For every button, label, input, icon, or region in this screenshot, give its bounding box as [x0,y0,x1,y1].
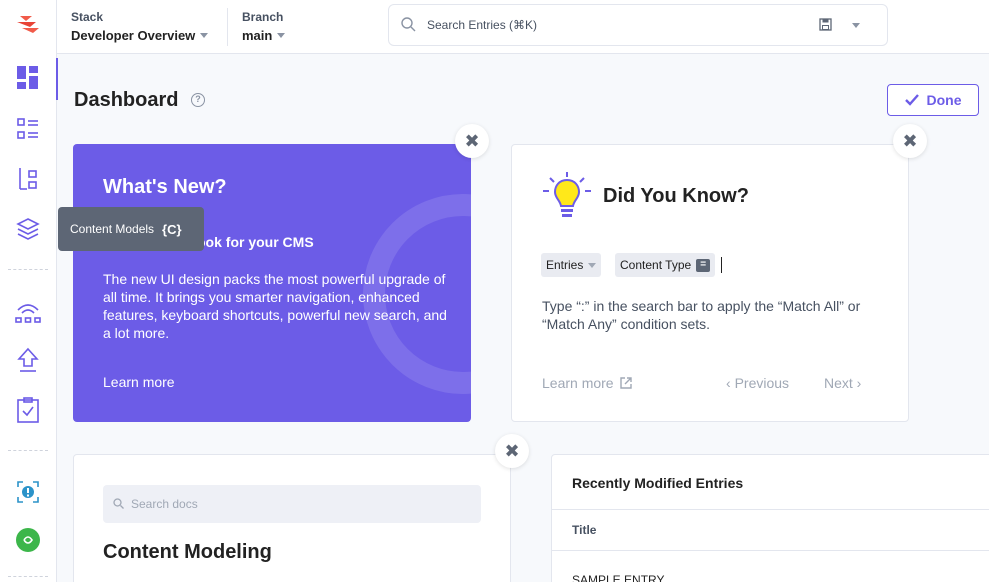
previous-label: Previous [734,375,790,391]
next-tip-button[interactable]: Next › [824,375,861,391]
previous-tip-button[interactable]: ‹ Previous [726,375,789,391]
did-you-know-tip: Type “:” in the search bar to apply the … [542,298,861,332]
page-title: Dashboard [74,89,179,111]
search-placeholder: Search Entries (⌘K) [427,18,538,32]
content-type-chip[interactable]: Content Type = [615,253,716,277]
contentstack-logo-icon[interactable] [14,12,42,38]
content-type-chip-label: Content Type [620,258,692,272]
entries-nav-icon[interactable] [14,115,42,143]
help-circle-icon[interactable]: ? [191,93,205,107]
global-search-input[interactable]: Search Entries (⌘K) [388,4,888,46]
tooltip-shortcut: {C} [162,221,182,237]
stack-selector[interactable]: Stack Developer Overview [71,10,209,43]
entries-chip[interactable]: Entries [541,253,602,277]
divider [552,550,989,551]
text-cursor [721,257,722,273]
stack-value: Developer Overview [71,28,196,43]
branch-value: main [242,28,273,43]
recently-modified-card: Recently Modified Entries Title SAMPLE E… [551,454,989,582]
chevron-down-icon [277,33,286,38]
done-button[interactable]: Done [887,84,979,116]
branch-label: Branch [242,10,284,24]
whats-new-body: The new UI design packs the most powerfu… [103,271,447,341]
header-divider [227,8,228,46]
tooltip-label: Content Models [70,222,155,236]
chevron-left-icon: ‹ [726,375,735,391]
active-indicator [56,58,58,100]
content-models-nav-icon[interactable] [14,215,42,243]
docs-search-input[interactable]: Search docs [103,485,481,523]
whats-new-card: What's New? ook for your CMS The new UI … [73,144,471,422]
assets-nav-icon[interactable] [14,165,42,193]
branch-selector[interactable]: Branch main [242,10,286,43]
divider [552,509,989,510]
content-models-tooltip: Content Models {C} [58,207,204,251]
recently-modified-title: Recently Modified Entries [572,475,744,491]
table-row[interactable]: SAMPLE ENTRY [572,573,664,582]
equals-operator-icon: = [696,258,711,272]
whats-new-subtitle: ook for your CMS [197,234,314,250]
sidebar-divider [8,576,48,577]
save-icon[interactable] [819,18,832,31]
tasks-nav-icon[interactable] [14,396,42,424]
help-nav-icon[interactable] [14,478,42,506]
search-icon [113,498,124,509]
whats-new-learn-more-link[interactable]: Learn more [103,374,175,390]
docs-search-placeholder: Search docs [131,497,198,511]
close-whats-new-icon[interactable]: ✖ [455,124,489,158]
chevron-right-icon: › [852,375,862,391]
did-you-know-card: Did You Know? Entries Content Type = Typ… [511,144,909,422]
did-you-know-learn-more-link[interactable]: Learn more [542,375,632,391]
stack-label: Stack [71,10,104,24]
search-options-chevron-icon[interactable] [852,23,860,28]
external-link-icon [619,377,632,389]
dashboard-nav-icon[interactable] [14,64,42,92]
next-label: Next [824,375,853,391]
whats-new-title: What's New? [103,176,227,198]
close-did-you-know-icon[interactable]: ✖ [893,124,927,158]
docs-card: Search docs Content Modeling [73,454,511,582]
deploy-nav-icon[interactable] [14,346,42,374]
releases-nav-icon[interactable] [14,298,42,326]
check-icon [904,94,919,106]
apps-nav-icon[interactable] [14,526,42,554]
sidebar-divider [8,450,48,451]
search-icon [401,17,416,32]
top-header: Stack Developer Overview Branch main Sea… [57,0,989,54]
column-header-title: Title [572,523,597,537]
sidebar [0,0,58,582]
chevron-down-icon [200,33,209,38]
did-you-know-title: Did You Know? [603,185,749,207]
docs-title: Content Modeling [103,541,272,563]
sidebar-divider [8,269,48,270]
learn-more-label: Learn more [542,375,614,391]
lightbulb-icon [543,172,591,217]
done-label: Done [926,92,962,108]
chevron-down-icon [588,262,597,268]
entries-chip-label: Entries [546,258,584,272]
close-docs-icon[interactable]: ✖ [495,434,529,468]
